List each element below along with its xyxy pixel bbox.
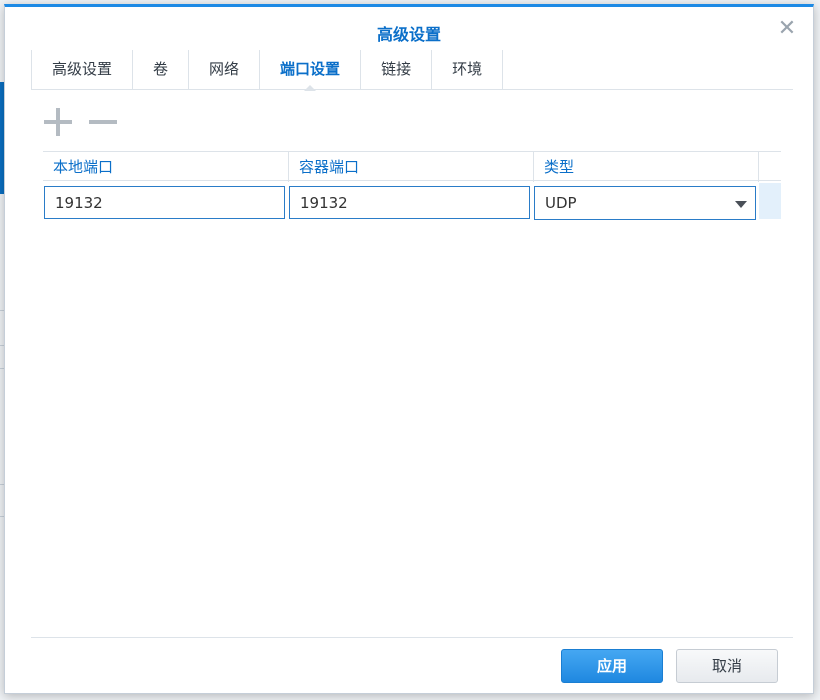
advanced-settings-dialog: 高级设置 ✕ 高级设置 卷 网络 端口设置 链接 环境 本地端口 容器端口 类型… [4, 4, 814, 694]
tab-divider [31, 89, 793, 90]
column-header-type[interactable]: 类型 [534, 152, 759, 182]
tab-network[interactable]: 网络 [189, 50, 261, 90]
add-row-button[interactable] [43, 107, 73, 137]
apply-button[interactable]: 应用 [561, 649, 663, 683]
chevron-down-icon [735, 201, 747, 208]
tab-advanced-settings[interactable]: 高级设置 [31, 50, 134, 90]
local-port-input[interactable] [44, 186, 285, 219]
tab-environment[interactable]: 环境 [432, 50, 504, 90]
container-port-input[interactable] [289, 186, 530, 219]
remove-row-button[interactable] [88, 107, 118, 137]
dialog-title: 高级设置 [376, 25, 441, 44]
column-header-local-port[interactable]: 本地端口 [43, 152, 289, 182]
row-selection-highlight [759, 183, 781, 219]
tab-port-settings[interactable]: 端口设置 [260, 50, 362, 91]
tab-links[interactable]: 链接 [361, 50, 433, 90]
close-icon[interactable]: ✕ [777, 18, 797, 40]
protocol-type-select[interactable]: UDP [534, 186, 756, 220]
tab-bar: 高级设置 卷 网络 端口设置 链接 环境 [31, 50, 504, 91]
cancel-button[interactable]: 取消 [676, 649, 778, 683]
table-row[interactable]: UDP [43, 183, 781, 221]
protocol-type-value: UDP [545, 194, 577, 212]
grid-header: 本地端口 容器端口 类型 [43, 151, 781, 182]
port-mapping-grid: 本地端口 容器端口 类型 UDP [43, 151, 781, 223]
column-header-container-port[interactable]: 容器端口 [289, 152, 534, 182]
tab-volume[interactable]: 卷 [133, 50, 190, 90]
footer-divider [31, 637, 793, 638]
